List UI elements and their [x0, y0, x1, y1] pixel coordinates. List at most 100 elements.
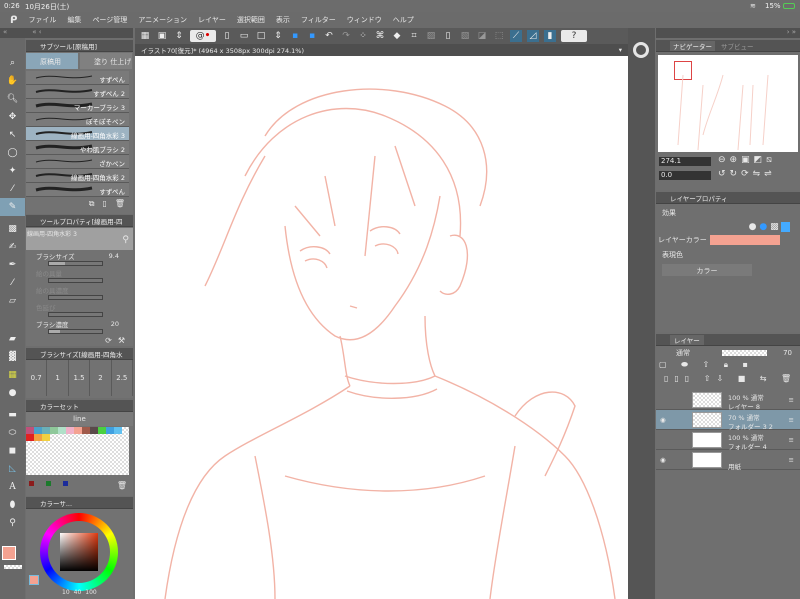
opacity-value[interactable]: 70 — [783, 349, 792, 357]
color-swatch[interactable] — [74, 427, 82, 434]
menu-file[interactable]: ファイル — [28, 15, 56, 25]
subtool-tab-nuri[interactable]: 塗り 仕上げ — [80, 53, 132, 69]
grid-icon[interactable]: ▦ — [139, 30, 151, 42]
tool-ruler-icon[interactable]: ◺ — [0, 460, 25, 478]
drawing-canvas[interactable] — [135, 56, 628, 599]
hue-wheel[interactable] — [40, 513, 118, 591]
tool-frame-icon[interactable]: ▬ — [0, 406, 25, 424]
tab-navigator[interactable]: ナビゲーター — [670, 40, 715, 51]
updown-icon[interactable]: ⇕ — [272, 30, 284, 42]
copy-subtool-icon[interactable]: ⧉ — [89, 199, 95, 209]
property-row[interactable]: 絵の具量 — [26, 268, 133, 285]
brush-item[interactable]: すずぺん — [26, 183, 129, 197]
layer-menu-icon[interactable]: ≡ — [789, 456, 794, 464]
tool-zoom-lens-icon[interactable]: 🔍︎ — [0, 90, 25, 108]
menu-page[interactable]: ページ管理 — [92, 15, 127, 25]
deselect-icon[interactable]: ⁘ — [357, 30, 369, 42]
layer-menu-icon[interactable]: ≡ — [789, 416, 794, 424]
property-slider[interactable] — [48, 295, 103, 300]
color-swatch[interactable] — [98, 427, 106, 434]
delete-color-icon[interactable]: 🗑︎ — [117, 481, 127, 490]
delete-subtool-icon[interactable]: 🗑︎ — [115, 199, 125, 209]
color-swatch[interactable] — [34, 427, 42, 434]
tool-text-icon[interactable]: A — [0, 478, 25, 496]
undo-icon[interactable]: ↶ — [323, 30, 335, 42]
tool-airbrush-icon[interactable]: ✒ — [0, 256, 25, 274]
color-swatch[interactable] — [34, 434, 42, 441]
layer-menu-icon[interactable]: ≡ — [789, 436, 794, 444]
zoom-controls-icon[interactable]: ⊖⊕▣◩⧅ — [718, 155, 776, 165]
navigator-icon[interactable]: ▣ — [156, 30, 168, 42]
tool-magic-wand-icon[interactable]: ✦ — [0, 162, 25, 180]
main-color-swatch[interactable] — [2, 546, 16, 560]
tool-blur-icon[interactable]: ● — [0, 384, 25, 402]
new-file-icon[interactable]: ▯ — [221, 30, 233, 42]
brush-item[interactable]: やわ肌ブラシ 2 — [26, 141, 129, 155]
tool-shape-icon[interactable]: ⬭ — [0, 424, 25, 442]
property-slider[interactable] — [48, 329, 103, 334]
color-swatch-grid[interactable] — [26, 427, 129, 475]
updown-icon[interactable]: ⇕ — [173, 30, 185, 42]
brush-item[interactable]: ぽそぽそペン — [26, 113, 129, 127]
property-row[interactable]: ブラシサイズ 9.4 — [26, 251, 133, 268]
tab-layer[interactable]: レイヤー — [670, 334, 704, 345]
transform-icon[interactable]: ⌘ — [374, 30, 386, 42]
color-swatch[interactable] — [26, 427, 34, 434]
tool-zoom-icon[interactable]: ⌕ — [0, 54, 25, 72]
special-ruler-snap-icon[interactable]: ◿ — [527, 30, 539, 42]
expression-color-dropdown[interactable]: カラー — [662, 264, 752, 276]
tool-eyedropper-icon[interactable]: ⁄ — [0, 180, 25, 198]
layer-options-icons[interactable]: ▢ ⬬ ⇧ 🔒︎ ▪ — [656, 360, 800, 374]
new-layer-icon[interactable]: ▯ — [442, 30, 454, 42]
rotation-slider[interactable]: 0.0 — [659, 171, 711, 180]
eye-icon[interactable]: ◉ — [660, 416, 666, 424]
effect-buttons[interactable]: ● ● ▩ ■ — [656, 222, 800, 232]
color-swatch[interactable] — [42, 427, 50, 434]
saturation-value-square[interactable] — [60, 533, 98, 571]
layer-row[interactable]: 100 % 通常 レイヤー 8 ≡ — [656, 390, 800, 411]
color-swatch[interactable] — [58, 427, 66, 434]
brush-item[interactable]: すずぺん — [26, 71, 129, 85]
fill-selection-icon[interactable]: ◪ — [476, 30, 488, 42]
fill-icon[interactable]: ◆ — [391, 30, 403, 42]
tool-eraser-icon[interactable]: ▱ — [0, 292, 25, 310]
tool-blend-icon[interactable]: ⁄ — [0, 274, 25, 292]
color-swatch[interactable] — [106, 427, 114, 434]
app-logo-icon[interactable]: ᑭ — [10, 15, 17, 26]
open-folder-icon[interactable]: ▭ — [238, 30, 250, 42]
layer-row[interactable]: ◉ 用紙 ≡ — [656, 450, 800, 471]
opacity-slider[interactable] — [722, 350, 767, 356]
export-psd-icon[interactable]: ▪ — [306, 30, 318, 42]
brush-size-preset[interactable]: 1.5 — [69, 360, 91, 396]
brush-size-preset[interactable]: 2.5 — [112, 360, 134, 396]
brush-item[interactable]: すずぺん 2 — [26, 85, 129, 99]
help-icon[interactable]: ? — [561, 30, 587, 42]
menu-view[interactable]: 表示 — [276, 15, 290, 25]
menu-filter[interactable]: フィルター — [301, 15, 336, 25]
tool-gradient2-icon[interactable]: ◼ — [0, 442, 25, 460]
property-slider[interactable] — [48, 261, 103, 266]
tool-fill-icon[interactable]: ▰ — [0, 330, 25, 348]
undo-history-icon[interactable]: @ • — [190, 30, 216, 42]
blend-mode-dropdown[interactable]: 通常 — [676, 348, 716, 358]
menu-layer[interactable]: レイヤー — [198, 15, 226, 25]
tab-subview[interactable]: サブビュー — [721, 41, 754, 51]
tool-hand-icon[interactable]: ✋ — [0, 72, 25, 90]
color-swatch[interactable] — [90, 427, 98, 434]
crop-icon[interactable]: ⬚ — [493, 30, 505, 42]
layer-row[interactable]: ◉ 70 % 通常 フォルダー 3 2 ≡ — [656, 410, 800, 431]
layer-command-icons[interactable]: ▯▯▯ ⇧⇩ ■ ⇆ 🗑︎ — [656, 374, 800, 390]
brush-size-preset[interactable]: 2 — [90, 360, 112, 396]
layer-menu-icon[interactable]: ≡ — [789, 396, 794, 404]
grid-snap-icon[interactable]: ▮ — [544, 30, 556, 42]
brush-item[interactable]: ざかペン — [26, 155, 129, 169]
color-swatch[interactable] — [114, 427, 122, 434]
color-set-dropdown[interactable]: line — [26, 412, 133, 426]
zoom-slider[interactable]: 274.1 — [659, 157, 711, 166]
clear-icon[interactable]: ▨ — [425, 30, 437, 42]
property-row[interactable]: 絵の具濃度 — [26, 285, 133, 302]
menu-window[interactable]: ウィンドウ — [347, 15, 382, 25]
menu-edit[interactable]: 編集 — [67, 15, 81, 25]
menu-selection[interactable]: 選択範囲 — [237, 15, 265, 25]
color-swatch[interactable] — [26, 434, 34, 441]
